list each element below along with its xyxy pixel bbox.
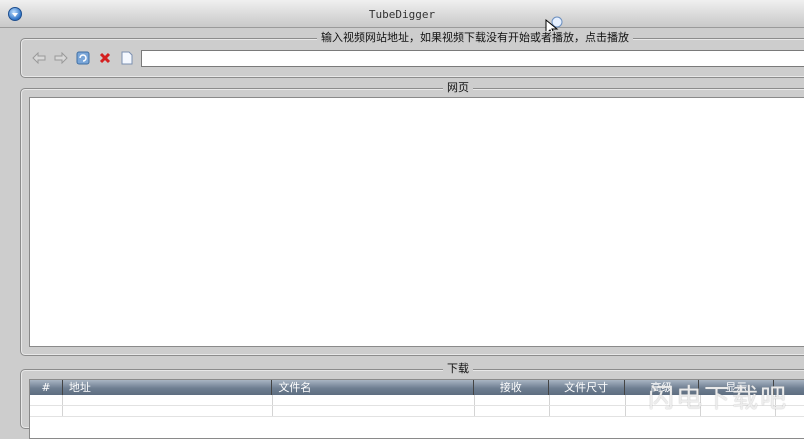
download-legend: 下载 [443, 362, 473, 376]
address-legend: 输入视频网站地址，如果视频下载没有开始或者播放，点击播放 [317, 31, 633, 45]
column-header-filename[interactable]: 文件名 [272, 380, 474, 395]
column-header-received[interactable]: 接收 [473, 380, 549, 395]
column-header-address[interactable]: 地址 [62, 380, 273, 395]
url-input[interactable] [141, 50, 804, 67]
web-view[interactable] [29, 97, 804, 347]
web-legend: 网页 [443, 81, 473, 95]
address-group: 输入视频网站地址，如果视频下载没有开始或者播放，点击播放 [20, 31, 804, 78]
column-header-filesize[interactable]: 文件尺寸 [548, 380, 625, 395]
stop-icon[interactable] [97, 50, 113, 66]
blank-page-icon[interactable] [119, 50, 135, 66]
forward-arrow-icon[interactable] [53, 50, 69, 66]
refresh-icon[interactable] [75, 50, 91, 66]
back-arrow-icon[interactable] [31, 50, 47, 66]
window-title: TubeDigger [368, 8, 436, 21]
title-bar[interactable]: TubeDigger [0, 0, 804, 28]
web-page-group: 网页 [20, 81, 804, 356]
watermark: 闪电下载吧 [648, 384, 789, 414]
column-header-index[interactable]: # [30, 380, 63, 395]
